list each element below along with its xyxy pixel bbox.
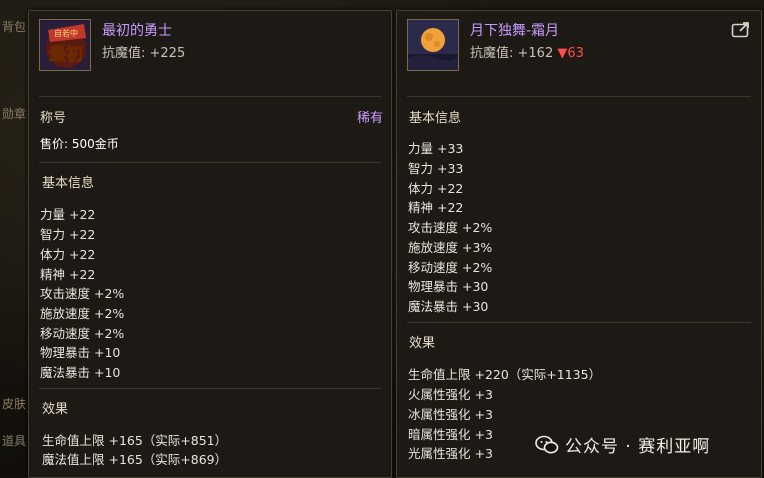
icon-text: 最初 xyxy=(49,44,83,65)
rarity-badge: 稀有 xyxy=(356,111,383,126)
bg-label-bag: 背包 xyxy=(2,20,27,34)
item-resist-stat: 抗魔值: +162 ▼63 xyxy=(470,42,584,61)
title-emblem-icon[interactable]: 自若中 最初 xyxy=(39,19,91,71)
stat-line: 智力 +33 xyxy=(408,161,464,176)
effect-line: 生命值上限 +220（实际+1135） xyxy=(408,367,602,382)
stat-line: 力量 +22 xyxy=(40,207,96,222)
divider xyxy=(39,96,381,97)
resist-value: 抗魔值: +162 xyxy=(470,46,554,61)
stat-line: 魔法暴击 +10 xyxy=(40,365,121,380)
item-header: 月下独舞-霜月 抗魔值: +162 ▼63 xyxy=(397,11,761,89)
item-tooltip-right: 月下独舞-霜月 抗魔值: +162 ▼63 基本信息 力量 +33 智力 +33… xyxy=(396,10,762,478)
icon-tag: 自若中 xyxy=(54,28,78,38)
stat-line: 攻击速度 +2% xyxy=(40,286,125,301)
effect-line: 光属性强化 +3 xyxy=(408,446,493,461)
stat-line: 物理暴击 +10 xyxy=(40,345,121,360)
item-header: 自若中 最初 最初的勇士 抗魔值: +225 xyxy=(29,11,391,89)
watermark-text: 公众号 · 赛利亚啊 xyxy=(565,437,711,457)
bg-label-items: 道具 xyxy=(2,434,27,448)
stat-line: 体力 +22 xyxy=(408,181,464,196)
basic-info-title: 基本信息 xyxy=(42,176,95,191)
watermark: 公众号 · 赛利亚啊 xyxy=(535,432,710,457)
stat-line: 物理暴击 +30 xyxy=(408,279,489,294)
divider xyxy=(39,388,381,389)
bg-label-skin: 皮肤 xyxy=(2,397,27,411)
divider xyxy=(407,322,751,323)
stat-line: 攻击速度 +2% xyxy=(408,220,493,235)
effect-line: 暗属性强化 +3 xyxy=(408,427,493,442)
stat-line: 魔法暴击 +30 xyxy=(408,299,489,314)
stat-line: 精神 +22 xyxy=(40,267,96,282)
divider xyxy=(407,96,751,97)
moon-icon[interactable] xyxy=(407,19,459,71)
stat-line: 智力 +22 xyxy=(40,227,96,242)
effect-title: 效果 xyxy=(42,402,69,417)
effect-line: 魔法值上限 +165（实际+869） xyxy=(42,452,228,467)
stat-line: 移动速度 +2% xyxy=(40,326,125,341)
item-tooltip-left: 自若中 最初 最初的勇士 抗魔值: +225 称号 稀有 售价: 500金币 基… xyxy=(28,10,392,478)
stat-line: 施放速度 +3% xyxy=(408,240,493,255)
wechat-icon xyxy=(535,435,559,455)
item-name: 月下独舞-霜月 xyxy=(470,23,560,39)
item-price: 售价: 500金币 xyxy=(40,137,119,151)
resist-diff: ▼63 xyxy=(557,46,584,61)
stat-line: 施放速度 +2% xyxy=(40,306,125,321)
stat-line: 力量 +33 xyxy=(408,141,464,156)
share-icon[interactable] xyxy=(731,21,751,39)
item-name: 最初的勇士 xyxy=(102,23,172,39)
item-category: 称号 xyxy=(40,111,67,126)
effect-title: 效果 xyxy=(409,336,436,351)
effect-line: 火属性强化 +3 xyxy=(408,387,493,402)
stat-line: 精神 +22 xyxy=(408,200,464,215)
bg-label-medal: 勋章 xyxy=(2,107,27,121)
effect-line: 生命值上限 +165（实际+851） xyxy=(42,433,228,448)
item-resist-stat: 抗魔值: +225 xyxy=(102,46,186,61)
stat-line: 移动速度 +2% xyxy=(408,260,493,275)
basic-info-title: 基本信息 xyxy=(409,111,462,126)
effect-line: 冰属性强化 +3 xyxy=(408,407,493,422)
stat-line: 体力 +22 xyxy=(40,247,96,262)
divider xyxy=(39,162,381,163)
